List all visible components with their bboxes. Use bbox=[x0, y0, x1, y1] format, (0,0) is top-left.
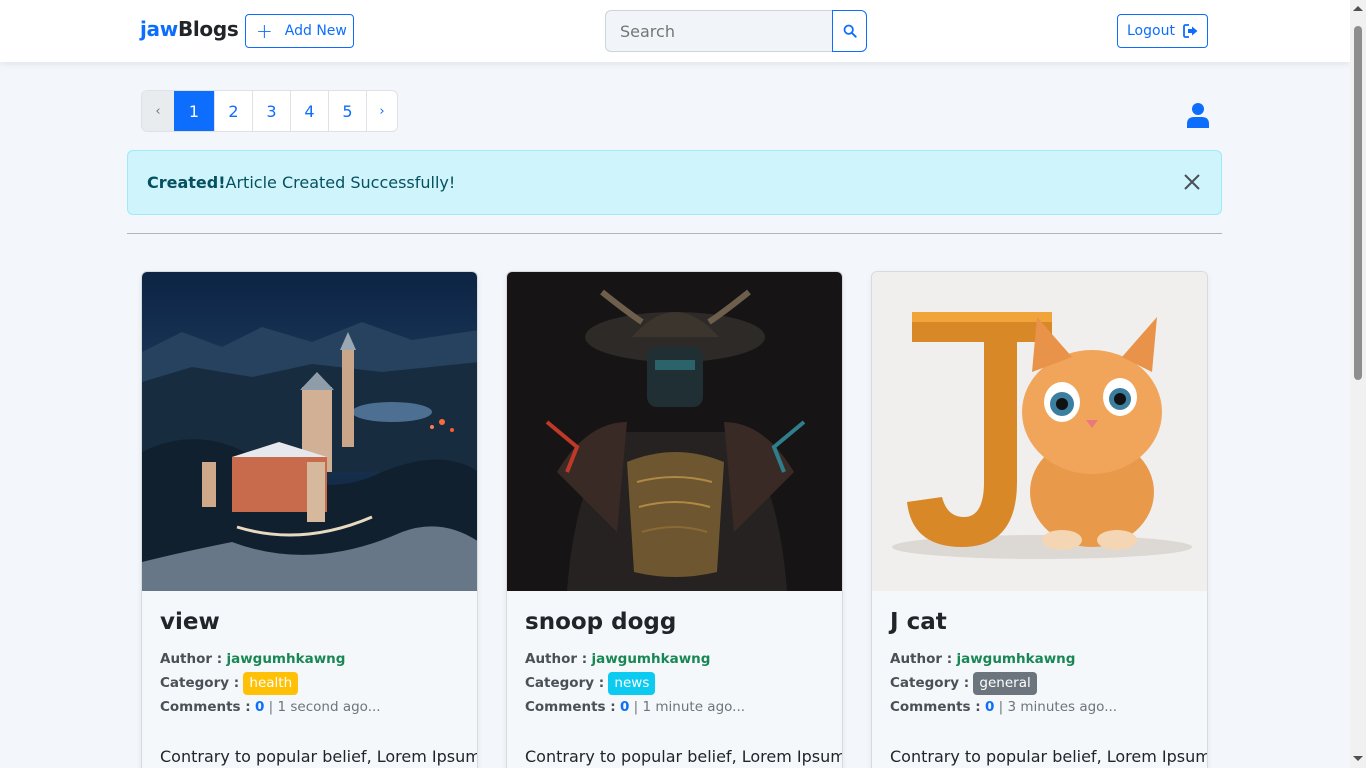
add-new-label: Add New bbox=[284, 23, 347, 39]
page-2[interactable]: 2 bbox=[214, 91, 252, 131]
timestamp: | 1 second ago... bbox=[268, 699, 381, 715]
article-image-samurai[interactable] bbox=[507, 272, 842, 591]
category-badge[interactable]: health bbox=[243, 672, 299, 695]
card-body: J cat Author : jawgumhkawng Category : g… bbox=[872, 591, 1207, 768]
logout-label: Logout bbox=[1127, 23, 1175, 39]
logout-icon bbox=[1183, 24, 1199, 38]
vertical-scrollbar[interactable] bbox=[1350, 0, 1366, 768]
comments-line: Comments : 0 | 1 second ago... bbox=[160, 695, 459, 719]
category-label: Category : bbox=[525, 675, 605, 691]
page-3[interactable]: 3 bbox=[252, 91, 290, 131]
card-body: snoop dogg Author : jawgumhkawng Categor… bbox=[507, 591, 842, 768]
article-title[interactable]: J cat bbox=[890, 609, 1189, 635]
author-line: Author : jawgumhkawng bbox=[525, 647, 824, 671]
scroll-thumb[interactable] bbox=[1354, 26, 1362, 380]
category-line: Category : general bbox=[890, 671, 1189, 695]
close-icon bbox=[1184, 174, 1200, 190]
page-4[interactable]: 4 bbox=[290, 91, 328, 131]
timestamp: | 3 minutes ago... bbox=[998, 699, 1118, 715]
comments-line: Comments : 0 | 1 minute ago... bbox=[525, 695, 824, 719]
category-line: Category : health bbox=[160, 671, 459, 695]
author-label: Author : bbox=[890, 651, 953, 667]
comments-label: Comments : bbox=[890, 699, 981, 715]
alert-title: Created! bbox=[147, 173, 226, 192]
author-label: Author : bbox=[160, 651, 223, 667]
article-excerpt: Contrary to popular belief, Lorem Ipsum bbox=[160, 747, 478, 766]
author-name[interactable]: jawgumhkawng bbox=[591, 651, 710, 667]
article-card[interactable]: snoop dogg Author : jawgumhkawng Categor… bbox=[506, 271, 843, 768]
article-excerpt: Contrary to popular belief, Lorem Ipsum bbox=[890, 747, 1208, 766]
article-title[interactable]: view bbox=[160, 609, 459, 635]
comment-count: 0 bbox=[619, 699, 630, 715]
add-new-button[interactable]: + Add New bbox=[245, 14, 354, 48]
author-label: Author : bbox=[525, 651, 588, 667]
page-5[interactable]: 5 bbox=[328, 91, 366, 131]
pagination-prev[interactable]: ‹ bbox=[142, 91, 174, 131]
author-line: Author : jawgumhkawng bbox=[160, 647, 459, 671]
author-name[interactable]: jawgumhkawng bbox=[226, 651, 345, 667]
brand-part-2: Blogs bbox=[177, 17, 239, 41]
article-card[interactable]: J cat Author : jawgumhkawng Category : g… bbox=[871, 271, 1208, 768]
comment-count: 0 bbox=[984, 699, 995, 715]
author-name[interactable]: jawgumhkawng bbox=[956, 651, 1075, 667]
comments-label: Comments : bbox=[160, 699, 251, 715]
search-button[interactable] bbox=[832, 10, 867, 52]
card-body: view Author : jawgumhkawng Category : he… bbox=[142, 591, 477, 768]
alert-message: Article Created Successfully! bbox=[225, 173, 456, 192]
category-label: Category : bbox=[890, 675, 970, 691]
page-1[interactable]: 1 bbox=[174, 91, 214, 131]
user-profile-icon[interactable] bbox=[1186, 102, 1210, 132]
category-badge[interactable]: news bbox=[608, 672, 656, 695]
top-navbar: jawBlogs + Add New Logout bbox=[0, 0, 1350, 62]
brand-part-1: jaw bbox=[140, 17, 178, 41]
scroll-up-arrow[interactable] bbox=[1353, 6, 1363, 11]
pagination-next[interactable]: › bbox=[366, 91, 397, 131]
comments-line: Comments : 0 | 3 minutes ago... bbox=[890, 695, 1189, 719]
plus-icon: + bbox=[256, 19, 273, 43]
article-title[interactable]: snoop dogg bbox=[525, 609, 824, 635]
success-alert: Created! Article Created Successfully! bbox=[127, 150, 1222, 215]
article-image-cat[interactable] bbox=[872, 272, 1207, 591]
comments-label: Comments : bbox=[525, 699, 616, 715]
article-card[interactable]: view Author : jawgumhkawng Category : he… bbox=[141, 271, 478, 768]
category-label: Category : bbox=[160, 675, 240, 691]
author-line: Author : jawgumhkawng bbox=[890, 647, 1189, 671]
category-line: Category : news bbox=[525, 671, 824, 695]
scroll-down-arrow[interactable] bbox=[1353, 756, 1363, 761]
article-excerpt: Contrary to popular belief, Lorem Ipsum bbox=[525, 747, 843, 766]
brand-logo[interactable]: jawBlogs bbox=[140, 17, 239, 41]
article-image-castle[interactable] bbox=[142, 272, 477, 591]
logout-button[interactable]: Logout bbox=[1117, 14, 1208, 48]
comment-count: 0 bbox=[254, 699, 265, 715]
search-input[interactable] bbox=[605, 10, 832, 52]
timestamp: | 1 minute ago... bbox=[633, 699, 746, 715]
search-form bbox=[605, 10, 867, 52]
divider bbox=[127, 233, 1222, 234]
category-badge[interactable]: general bbox=[973, 672, 1037, 695]
search-icon bbox=[843, 24, 857, 38]
alert-close-button[interactable] bbox=[1181, 171, 1203, 197]
pagination: ‹ 1 2 3 4 5 › bbox=[141, 90, 398, 132]
